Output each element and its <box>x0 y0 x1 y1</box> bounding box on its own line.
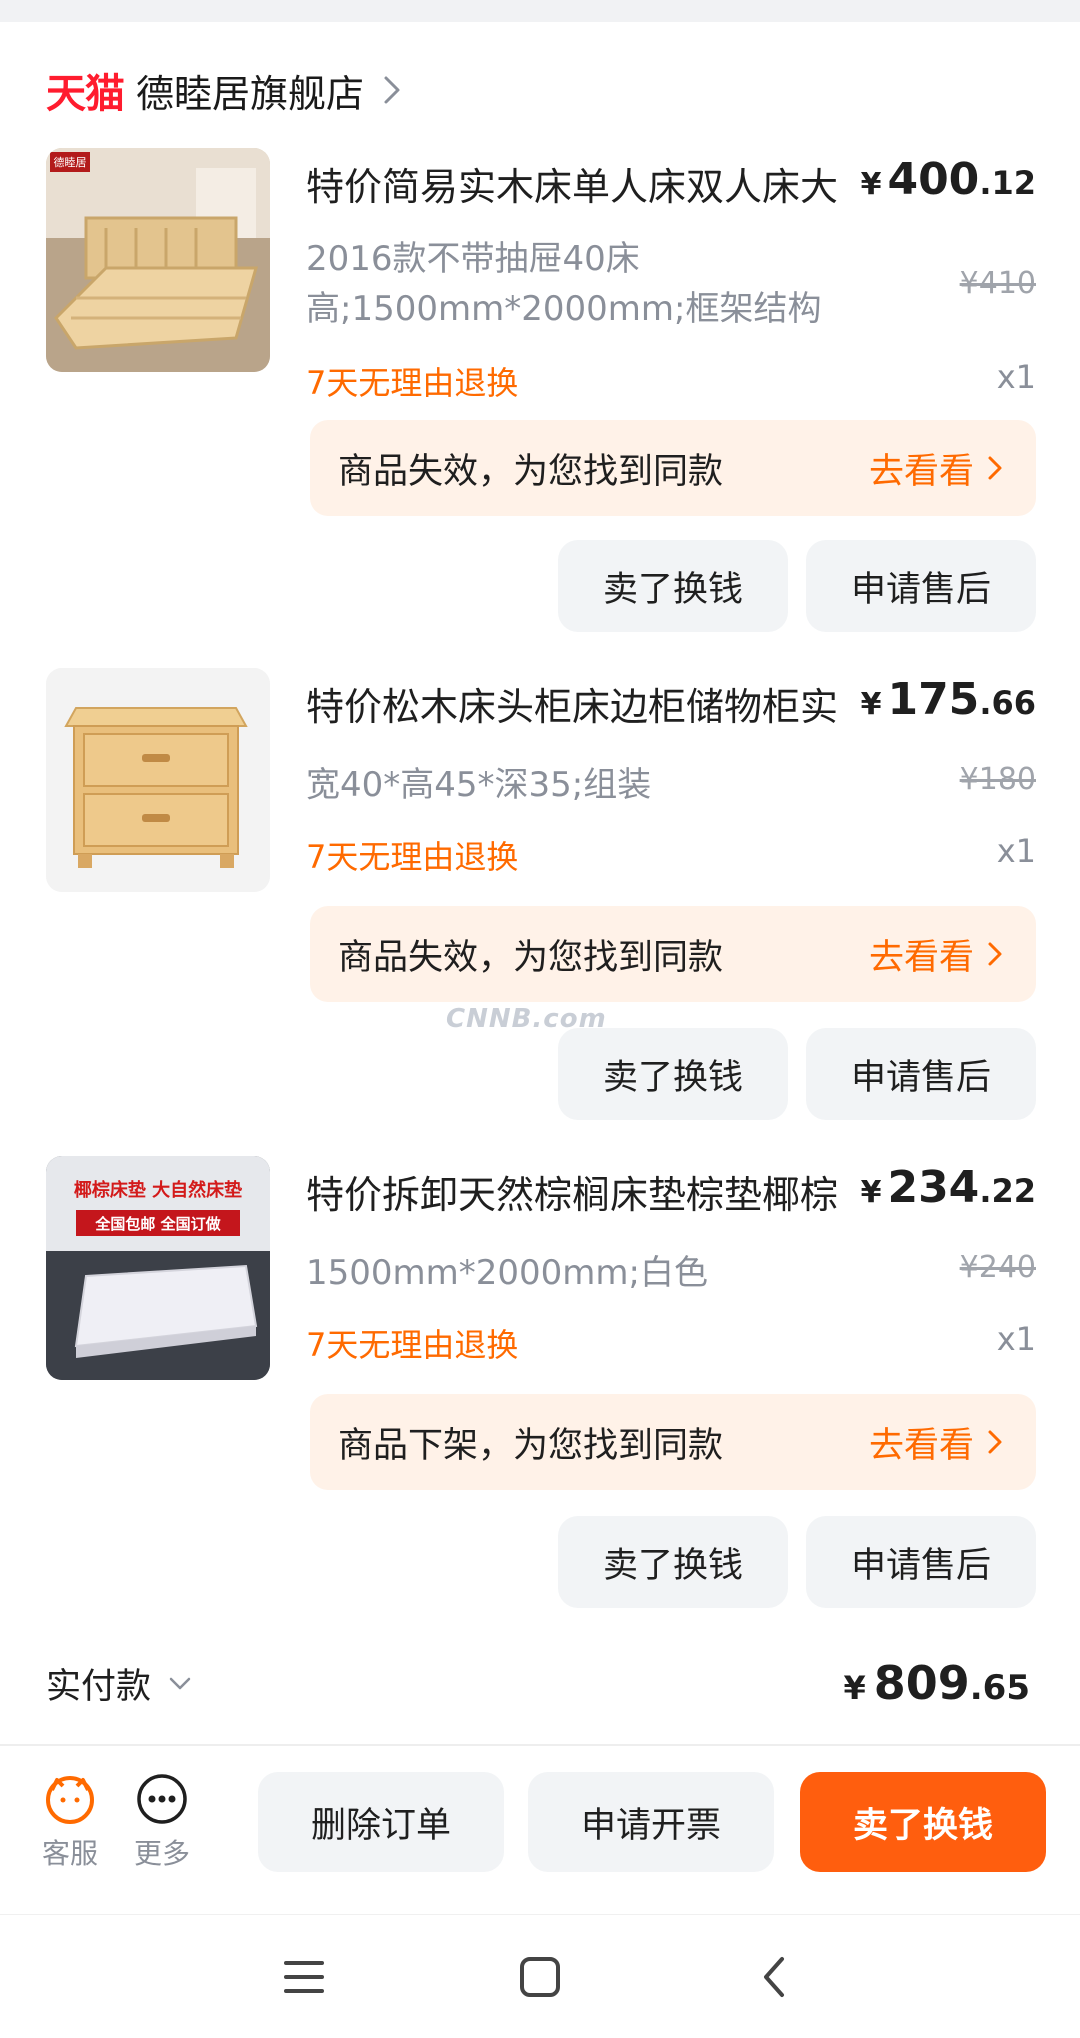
item-actions: 卖了换钱 申请售后 <box>558 540 1036 632</box>
tmall-logo: 天猫 <box>46 71 125 117</box>
original-price: ¥180 <box>959 762 1036 797</box>
price-dec: .66 <box>979 684 1036 722</box>
menu-icon[interactable] <box>276 1949 332 2005</box>
sell-for-cash-button[interactable]: 卖了换钱 <box>558 1028 788 1120</box>
top-strip <box>0 0 1080 22</box>
item-spec: 1500mm*2000mm;白色 <box>306 1253 708 1293</box>
store-header[interactable]: 天猫 德睦居旗舰店 <box>46 62 412 118</box>
bottom-action-bar: 客服 更多 删除订单 申请开票 卖了换钱 <box>0 1744 1080 1914</box>
item-spec: 2016款不带抽屉40床高;1500mm*2000mm;框架结构 <box>306 239 822 329</box>
customer-service-label: 客服 <box>41 1837 98 1870</box>
paid-amount-toggle[interactable]: 实付款 <box>46 1658 197 1709</box>
product-thumbnail-bed[interactable]: 德睦居 <box>46 148 270 372</box>
price-int: 175 <box>887 674 980 725</box>
return-policy: 7天无理由退换 <box>306 1326 519 1364</box>
item-price: ¥ 400 .12 <box>861 154 1036 205</box>
total-dec: .65 <box>969 1668 1030 1708</box>
original-price: ¥410 <box>959 266 1036 301</box>
notice-text: 商品下架，为您找到同款 <box>338 1425 724 1466</box>
store-name: 德睦居旗舰店 <box>136 71 365 116</box>
item-price: ¥ 234 .22 <box>861 1162 1036 1213</box>
item-quantity: x1 <box>996 832 1036 870</box>
product-thumbnail-nightstand[interactable] <box>46 668 270 892</box>
home-icon[interactable] <box>512 1949 568 2005</box>
order-item-2: 特价松木床头柜床边柜储物柜实 ¥ 175 .66 宽40*高45*深35;组装 … <box>0 668 1080 1128</box>
go-see-label: 去看看 <box>868 937 974 978</box>
chevron-right-icon <box>988 456 1002 480</box>
price-int: 400 <box>887 154 980 205</box>
original-price: ¥240 <box>959 1250 1036 1285</box>
item-title[interactable]: 特价松木床头柜床边柜储物柜实 <box>306 676 876 731</box>
return-policy: 7天无理由退换 <box>306 838 519 876</box>
go-see-link[interactable]: 去看看 <box>869 443 1010 494</box>
notice-text: 商品失效，为您找到同款 <box>338 451 724 492</box>
delete-order-button[interactable]: 删除订单 <box>258 1772 504 1872</box>
customer-service-icon <box>46 1776 94 1824</box>
total-yen: ¥ <box>843 1669 866 1707</box>
go-see-link[interactable]: 去看看 <box>869 929 1010 980</box>
customer-service-button[interactable]: 客服 <box>30 1772 110 1872</box>
return-policy: 7天无理由退换 <box>306 364 519 402</box>
thumb-text-1: 椰棕床垫 大自然床垫 <box>74 1179 242 1201</box>
item-price: ¥ 175 .66 <box>861 674 1036 725</box>
notice-text: 商品失效，为您找到同款 <box>338 937 724 978</box>
price-dec: .22 <box>979 1172 1036 1210</box>
after-sale-button[interactable]: 申请售后 <box>806 1516 1036 1608</box>
product-thumbnail-mattress[interactable]: 椰棕床垫 大自然床垫 全国包邮 全国订做 <box>46 1156 270 1380</box>
total-int: 809 <box>873 1656 970 1710</box>
item-title[interactable]: 特价简易实木床单人床双人床大 <box>306 156 876 211</box>
item-spec: 宽40*高45*深35;组装 <box>306 765 652 805</box>
similar-item-notice[interactable]: 商品失效，为您找到同款 去看看 <box>310 906 1036 1002</box>
go-see-link[interactable]: 去看看 <box>869 1417 1010 1468</box>
item-quantity: x1 <box>996 358 1036 396</box>
request-invoice-button[interactable]: 申请开票 <box>528 1772 774 1872</box>
chevron-right-icon <box>988 1430 1002 1454</box>
go-see-label: 去看看 <box>868 1425 974 1466</box>
price-dec: .12 <box>979 164 1036 202</box>
sell-for-cash-button[interactable]: 卖了换钱 <box>558 540 788 632</box>
more-icon <box>137 1774 187 1824</box>
item-actions: 卖了换钱 申请售后 <box>558 1516 1036 1608</box>
thumb-text-2: 全国包邮 全国订做 <box>94 1215 221 1233</box>
paid-total: ¥ 809 .65 <box>843 1656 1030 1710</box>
after-sale-button[interactable]: 申请售后 <box>806 540 1036 632</box>
item-title[interactable]: 特价拆卸天然棕榈床垫棕垫椰棕 <box>306 1164 876 1219</box>
price-yen: ¥ <box>860 687 882 722</box>
paid-label: 实付款 <box>46 1667 152 1707</box>
sell-for-cash-primary-button[interactable]: 卖了换钱 <box>800 1772 1046 1872</box>
chevron-down-icon <box>169 1677 191 1689</box>
item-actions: 卖了换钱 申请售后 <box>558 1028 1036 1120</box>
similar-item-notice[interactable]: 商品失效，为您找到同款 去看看 <box>310 420 1036 516</box>
item-quantity: x1 <box>996 1320 1036 1358</box>
price-yen: ¥ <box>860 167 882 202</box>
sell-for-cash-button[interactable]: 卖了换钱 <box>558 1516 788 1608</box>
system-nav-bar <box>0 1914 1080 2038</box>
more-label: 更多 <box>133 1837 190 1870</box>
order-item-3: 椰棕床垫 大自然床垫 全国包邮 全国订做 特价拆卸天然棕榈床垫棕垫椰棕 ¥ 23… <box>0 1156 1080 1616</box>
chevron-right-icon <box>988 942 1002 966</box>
back-icon[interactable] <box>748 1949 804 2005</box>
more-button[interactable]: 更多 <box>122 1772 202 1872</box>
price-int: 234 <box>887 1162 980 1213</box>
after-sale-button[interactable]: 申请售后 <box>806 1028 1036 1120</box>
chevron-right-icon <box>384 76 400 104</box>
thumb-badge: 德睦居 <box>54 155 87 169</box>
similar-item-notice[interactable]: 商品下架，为您找到同款 去看看 <box>310 1394 1036 1490</box>
watermark: CNNB.com <box>446 1004 607 1034</box>
go-see-label: 去看看 <box>868 451 974 492</box>
order-item-1: 德睦居 特价简易实木床单人床双人床大 ¥ 400 .12 2016款不带抽屉40… <box>0 148 1080 648</box>
price-yen: ¥ <box>860 1175 882 1210</box>
